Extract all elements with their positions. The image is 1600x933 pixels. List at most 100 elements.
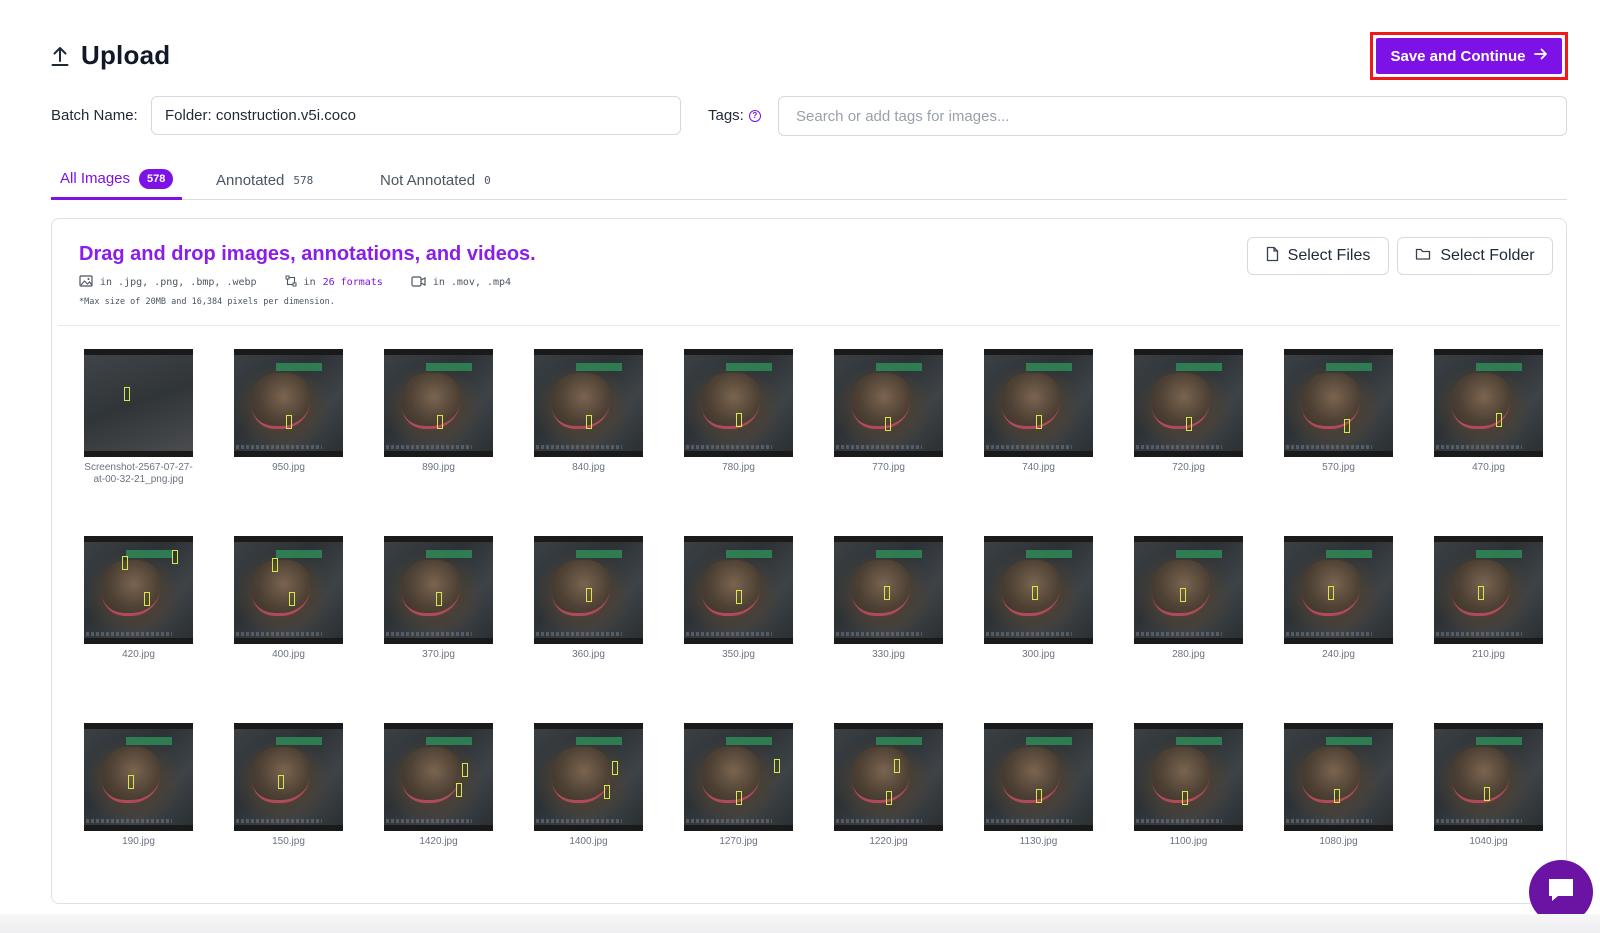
image-thumbnail[interactable]: 400.jpg: [234, 536, 343, 661]
thumbnail-filename: 950.jpg: [272, 462, 305, 473]
thumbnail-image[interactable]: [534, 349, 643, 457]
image-thumbnail[interactable]: 470.jpg: [1434, 349, 1543, 474]
annotation-box: [886, 791, 892, 805]
save-and-continue-button[interactable]: Save and Continue: [1376, 38, 1562, 74]
thumbnail-image[interactable]: [384, 723, 493, 831]
image-thumbnail[interactable]: 330.jpg: [834, 536, 943, 661]
thumbnail-image[interactable]: [1284, 536, 1393, 644]
annotation-box: [272, 558, 278, 572]
thumbnail-filename: 1270.jpg: [719, 836, 758, 847]
video-formats: in .mov, .mp4: [411, 275, 511, 290]
annotation-formats-link[interactable]: 26 formats: [323, 277, 383, 288]
thumbnail-image[interactable]: [234, 349, 343, 457]
annotation-box: [1334, 789, 1340, 803]
image-thumbnail[interactable]: 1220.jpg: [834, 723, 943, 848]
upload-icon: [51, 45, 69, 67]
save-and-continue-label: Save and Continue: [1390, 47, 1526, 65]
thumbnail-image[interactable]: [984, 349, 1093, 457]
image-thumbnail[interactable]: 950.jpg: [234, 349, 343, 474]
thumbnail-image[interactable]: [384, 536, 493, 644]
image-thumbnail[interactable]: 840.jpg: [534, 349, 643, 474]
image-thumbnail[interactable]: 720.jpg: [1134, 349, 1243, 474]
select-folder-button[interactable]: Select Folder: [1397, 237, 1553, 275]
thumbnail-image[interactable]: [684, 349, 793, 457]
annotation-box: [1186, 417, 1192, 431]
image-thumbnail[interactable]: 1270.jpg: [684, 723, 793, 848]
image-thumbnail[interactable]: 1080.jpg: [1284, 723, 1393, 848]
thumbnail-image[interactable]: [84, 536, 193, 644]
annotation-box: [1344, 419, 1350, 433]
thumbnail-image[interactable]: [1134, 723, 1243, 831]
tab-not-annotated[interactable]: Not Annotated 0: [380, 160, 491, 200]
thumbnail-image[interactable]: [834, 349, 943, 457]
image-thumbnail[interactable]: 770.jpg: [834, 349, 943, 474]
thumbnail-filename: 470.jpg: [1472, 462, 1505, 473]
image-thumbnail[interactable]: 780.jpg: [684, 349, 793, 474]
thumbnail-image[interactable]: [684, 536, 793, 644]
batch-name-input[interactable]: [151, 96, 681, 135]
thumbnail-image[interactable]: [84, 723, 193, 831]
thumbnail-image[interactable]: [534, 723, 643, 831]
thumbnail-image[interactable]: [834, 723, 943, 831]
image-thumbnail[interactable]: Screenshot-2567-07-27-at-00-32-21_png.jp…: [84, 349, 193, 486]
thumbnail-image[interactable]: [1134, 349, 1243, 457]
annotation-box: [436, 592, 442, 606]
image-thumbnail[interactable]: 570.jpg: [1284, 349, 1393, 474]
thumbnail-image[interactable]: [1284, 723, 1393, 831]
image-thumbnail[interactable]: 1420.jpg: [384, 723, 493, 848]
thumbnail-image[interactable]: [1434, 536, 1543, 644]
thumbnail-image[interactable]: [1284, 349, 1393, 457]
image-thumbnail[interactable]: 1100.jpg: [1134, 723, 1243, 848]
thumbnail-filename: 890.jpg: [422, 462, 455, 473]
thumbnail-image[interactable]: [684, 723, 793, 831]
image-formats-text: in .jpg, .png, .bmp, .webp: [100, 277, 257, 288]
help-icon[interactable]: ?: [748, 109, 761, 122]
image-thumbnail[interactable]: 150.jpg: [234, 723, 343, 848]
thumbnail-image[interactable]: [84, 349, 193, 457]
annotation-box: [172, 550, 178, 564]
chat-icon: [1546, 876, 1576, 909]
image-thumbnail[interactable]: 280.jpg: [1134, 536, 1243, 661]
upload-dropzone[interactable]: Drag and drop images, annotations, and v…: [51, 218, 1567, 904]
thumbnail-image[interactable]: [234, 536, 343, 644]
image-thumbnail[interactable]: 240.jpg: [1284, 536, 1393, 661]
image-thumbnail[interactable]: 420.jpg: [84, 536, 193, 661]
thumbnail-image[interactable]: [384, 349, 493, 457]
annotation-box: [128, 775, 134, 789]
thumbnail-image[interactable]: [534, 536, 643, 644]
image-thumbnail[interactable]: 1040.jpg: [1434, 723, 1543, 848]
save-and-continue-highlight: Save and Continue: [1370, 32, 1568, 80]
annotation-box: [289, 592, 295, 606]
annotation-box: [884, 586, 890, 600]
select-files-button[interactable]: Select Files: [1247, 237, 1389, 275]
thumbnail-image[interactable]: [834, 536, 943, 644]
tab-annotated[interactable]: Annotated 578: [216, 160, 313, 200]
image-thumbnail[interactable]: 300.jpg: [984, 536, 1093, 661]
thumbnail-filename: 360.jpg: [572, 649, 605, 660]
thumbnail-image[interactable]: [984, 723, 1093, 831]
tab-all-images[interactable]: All Images 578: [51, 160, 183, 200]
image-thumbnail[interactable]: 210.jpg: [1434, 536, 1543, 661]
thumbnail-filename: 350.jpg: [722, 649, 755, 660]
tab-label: All Images: [60, 170, 131, 187]
image-thumbnail[interactable]: 740.jpg: [984, 349, 1093, 474]
thumbnail-image[interactable]: [984, 536, 1093, 644]
image-thumbnail[interactable]: 370.jpg: [384, 536, 493, 661]
annotation-box: [736, 791, 742, 805]
thumbnail-image[interactable]: [1434, 349, 1543, 457]
tags-search-input[interactable]: [778, 96, 1567, 136]
thumbnail-image[interactable]: [1434, 723, 1543, 831]
annotation-box: [1036, 789, 1042, 803]
annotation-prefix: in: [303, 277, 316, 288]
annotation-box: [462, 763, 468, 777]
image-thumbnail[interactable]: 360.jpg: [534, 536, 643, 661]
image-thumbnail[interactable]: 1400.jpg: [534, 723, 643, 848]
bounding-box-icon: [285, 275, 297, 290]
image-thumbnail[interactable]: 1130.jpg: [984, 723, 1093, 848]
annotation-box: [122, 556, 128, 570]
image-thumbnail[interactable]: 350.jpg: [684, 536, 793, 661]
thumbnail-image[interactable]: [234, 723, 343, 831]
image-thumbnail[interactable]: 890.jpg: [384, 349, 493, 474]
image-thumbnail[interactable]: 190.jpg: [84, 723, 193, 848]
thumbnail-image[interactable]: [1134, 536, 1243, 644]
